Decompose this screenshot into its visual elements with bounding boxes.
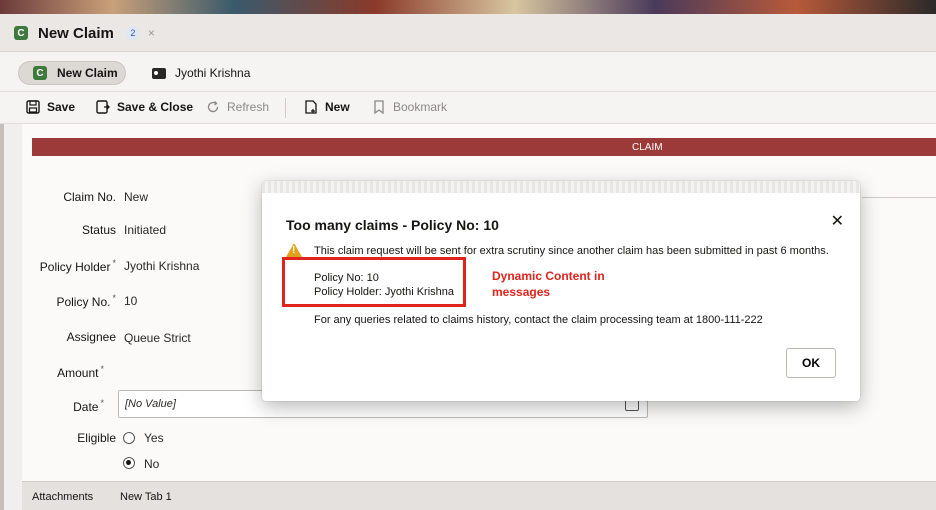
toolbar: Save Save & Close Refresh New Bookmark xyxy=(0,92,936,124)
status-value: Initiated xyxy=(124,223,167,237)
dialog-queries: For any queries related to claims histor… xyxy=(314,314,763,326)
attachments-tab[interactable]: Attachments xyxy=(32,491,93,503)
save-button[interactable]: Save xyxy=(26,100,75,114)
save-close-icon xyxy=(96,100,110,114)
dialog-message: This claim request will be sent for extr… xyxy=(314,245,829,257)
breadcrumb-person[interactable]: Jyothi Krishna xyxy=(152,66,250,80)
policy-holder-value[interactable]: Jyothi Krishna xyxy=(124,259,199,273)
person-name: Jyothi Krishna xyxy=(175,66,251,80)
save-icon xyxy=(26,100,40,114)
claim-icon: C xyxy=(33,66,47,80)
attachments-bar: Attachments New Tab 1 xyxy=(22,481,936,510)
policy-holder-label: Policy Holder * xyxy=(39,258,116,274)
eligible-no-radio[interactable] xyxy=(123,457,135,469)
policy-no-value[interactable]: 10 xyxy=(124,294,137,308)
tab-title: New Claim xyxy=(38,24,114,42)
assignee-value[interactable]: Queue Strict xyxy=(124,331,191,345)
claim-no-label: Claim No. xyxy=(63,190,116,204)
policy-no-label: Policy No. * xyxy=(56,293,116,309)
close-icon[interactable]: ✕ xyxy=(831,211,844,231)
eligible-label: Eligible xyxy=(77,431,116,445)
top-banner xyxy=(0,0,936,14)
new-document-icon xyxy=(305,100,317,114)
tab-count-badge: 2 xyxy=(125,26,140,40)
date-value: [No Value] xyxy=(125,398,176,410)
tab-new-claim[interactable]: C New Claim 2 × xyxy=(14,14,155,52)
new-button[interactable]: New xyxy=(304,100,350,114)
claim-icon: C xyxy=(14,26,28,40)
contact-card-icon xyxy=(152,67,166,79)
date-label: Date * xyxy=(73,398,104,414)
breadcrumb-new-claim[interactable]: C New Claim xyxy=(18,61,126,85)
assignee-label: Assignee xyxy=(66,330,116,344)
dialog-header-strip xyxy=(262,181,860,193)
annotation-highlight-box xyxy=(282,257,466,307)
tab-close-icon[interactable]: × xyxy=(148,26,155,40)
ok-button[interactable]: OK xyxy=(786,348,836,378)
bookmark-icon xyxy=(374,100,384,114)
breadcrumb: C New Claim Jyothi Krishna xyxy=(0,52,936,92)
dialog-title: Too many claims - Policy No: 10 xyxy=(286,217,499,233)
tab-bar: C New Claim 2 × xyxy=(0,14,936,52)
section-header-claim: CLAIM xyxy=(32,138,936,156)
claim-no-value: New xyxy=(124,190,149,204)
warning-icon xyxy=(286,243,302,257)
refresh-icon xyxy=(207,101,219,113)
save-close-button[interactable]: Save & Close xyxy=(96,100,193,114)
bookmark-button[interactable]: Bookmark xyxy=(372,100,447,114)
new-tab-1[interactable]: New Tab 1 xyxy=(120,491,172,503)
eligible-yes-label: Yes xyxy=(144,431,164,445)
eligible-no-label: No xyxy=(144,457,160,471)
toolbar-separator xyxy=(285,98,286,118)
refresh-button[interactable]: Refresh xyxy=(206,100,269,114)
field-underline xyxy=(862,182,936,198)
eligible-yes-radio[interactable] xyxy=(123,432,135,444)
breadcrumb-label: New Claim xyxy=(57,66,118,80)
amount-label: Amount * xyxy=(57,364,104,380)
status-label: Status xyxy=(81,223,116,237)
annotation-text: Dynamic Content in messages xyxy=(492,269,605,299)
